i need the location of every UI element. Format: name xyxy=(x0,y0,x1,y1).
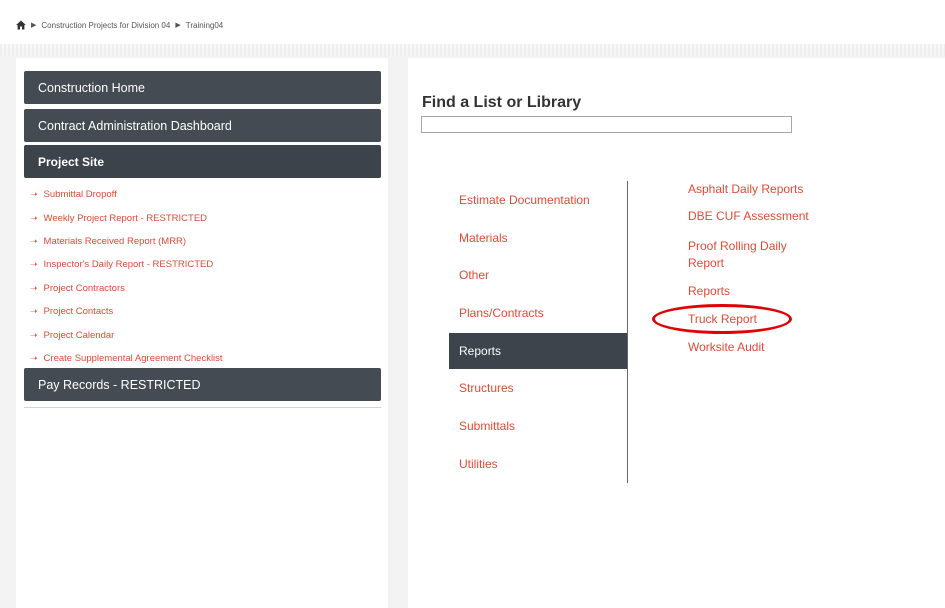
sub-item-label: Project Calendar xyxy=(43,329,115,341)
library-proof-rolling-daily-report[interactable]: Proof Rolling Daily Report xyxy=(688,238,808,272)
category-reports[interactable]: Reports xyxy=(449,333,627,369)
category-label: Reports xyxy=(459,344,502,358)
category-label: Submittals xyxy=(459,419,516,433)
library-reports[interactable]: Reports xyxy=(688,283,838,300)
sub-item-submittal-dropoff[interactable]: ➝ Submittal Dropoff xyxy=(30,183,223,206)
category-utilities[interactable]: Utilities xyxy=(449,446,627,482)
category-label: Plans/Contracts xyxy=(459,306,544,320)
nav-construction-home[interactable]: Construction Home xyxy=(24,71,381,104)
sub-item-label: Create Supplemental Agreement Checklist xyxy=(43,352,223,364)
breadcrumb: ▶ Construction Projects for Division 04 … xyxy=(16,20,223,30)
category-label: Estimate Documentation xyxy=(459,193,590,207)
arrow-right-icon: ➝ xyxy=(30,235,38,246)
category-other[interactable]: Other xyxy=(449,257,627,293)
sub-item-weekly-project-report[interactable]: ➝ Weekly Project Report - RESTRICTED xyxy=(30,206,223,229)
nav-label: Construction Home xyxy=(38,80,145,95)
arrow-right-icon: ➝ xyxy=(30,352,38,363)
sub-item-create-supplemental-agreement-checklist[interactable]: ➝ Create Supplemental Agreement Checklist xyxy=(30,347,223,370)
nav-label: Pay Records - RESTRICTED xyxy=(38,377,201,392)
breadcrumb-bar: ▶ Construction Projects for Division 04 … xyxy=(0,0,945,48)
sub-item-label: Project Contacts xyxy=(43,306,114,318)
category-label: Utilities xyxy=(459,457,498,471)
breadcrumb-item-division[interactable]: Construction Projects for Division 04 xyxy=(41,21,170,30)
home-icon[interactable] xyxy=(16,20,26,30)
arrow-right-icon: ➝ xyxy=(30,259,38,270)
library-worksite-audit[interactable]: Worksite Audit xyxy=(688,339,838,356)
sub-item-label: Project Contractors xyxy=(43,282,125,294)
sub-item-label: Inspector's Daily Report - RESTRICTED xyxy=(43,259,214,271)
category-structures[interactable]: Structures xyxy=(449,370,627,406)
arrow-right-icon: ➝ xyxy=(30,282,38,293)
breadcrumb-item-site[interactable]: Training04 xyxy=(186,21,224,30)
nav-contract-administration-dashboard[interactable]: Contract Administration Dashboard xyxy=(24,109,381,142)
category-plans-contracts[interactable]: Plans/Contracts xyxy=(449,295,627,331)
nav-label: Contract Administration Dashboard xyxy=(38,118,232,133)
triangle-right-icon: ▶ xyxy=(175,22,181,29)
nav-project-site[interactable]: Project Site xyxy=(24,145,381,178)
category-materials[interactable]: Materials xyxy=(449,220,627,256)
sub-item-project-contractors[interactable]: ➝ Project Contractors xyxy=(30,277,223,300)
sub-item-inspectors-daily-report[interactable]: ➝ Inspector's Daily Report - RESTRICTED xyxy=(30,253,223,276)
arrow-right-icon: ➝ xyxy=(30,329,38,340)
category-label: Other xyxy=(459,268,490,282)
search-input[interactable] xyxy=(421,116,792,133)
sub-item-label: Submittal Dropoff xyxy=(43,189,117,201)
triangle-right-icon: ▶ xyxy=(31,22,37,29)
arrow-right-icon: ➝ xyxy=(30,306,38,317)
nav-label: Project Site xyxy=(38,154,105,169)
sub-item-materials-received-report[interactable]: ➝ Materials Received Report (MRR) xyxy=(30,230,223,253)
project-site-sublist: ➝ Submittal Dropoff ➝ Weekly Project Repor… xyxy=(30,183,223,370)
page-title: Find a List or Library xyxy=(422,94,582,111)
category-estimate-documentation[interactable]: Estimate Documentation xyxy=(449,182,627,218)
category-submittals[interactable]: Submittals xyxy=(449,408,627,444)
sub-item-label: Weekly Project Report - RESTRICTED xyxy=(43,212,208,224)
arrow-right-icon: ➝ xyxy=(30,189,38,200)
category-divider xyxy=(627,181,628,483)
header-stripe xyxy=(0,44,945,56)
highlight-circle xyxy=(652,304,792,334)
nav-pay-records[interactable]: Pay Records - RESTRICTED xyxy=(24,368,381,401)
nav-divider xyxy=(24,407,381,408)
library-asphalt-daily-reports[interactable]: Asphalt Daily Reports xyxy=(688,181,838,198)
arrow-right-icon: ➝ xyxy=(30,212,38,223)
sub-item-label: Materials Received Report (MRR) xyxy=(43,235,187,247)
library-dbe-cuf-assessment[interactable]: DBE CUF Assessment xyxy=(688,208,838,225)
sub-item-project-contacts[interactable]: ➝ Project Contacts xyxy=(30,300,223,323)
sub-item-project-calendar[interactable]: ➝ Project Calendar xyxy=(30,323,223,346)
category-label: Structures xyxy=(459,381,514,395)
category-label: Materials xyxy=(459,231,508,245)
